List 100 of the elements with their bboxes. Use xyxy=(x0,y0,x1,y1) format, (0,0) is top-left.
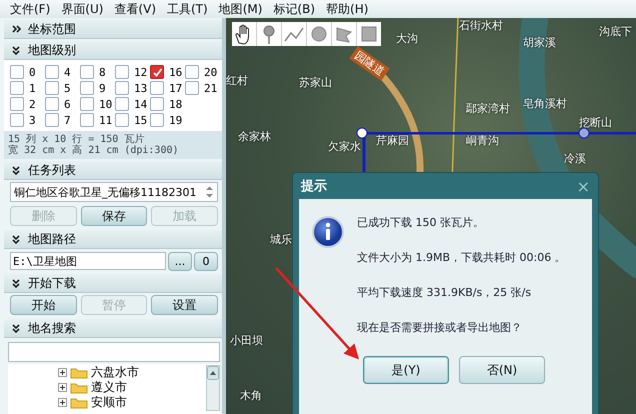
checkbox[interactable] xyxy=(115,97,129,111)
search-field[interactable] xyxy=(8,342,220,362)
level-label: 16 xyxy=(169,66,182,78)
checkbox[interactable] xyxy=(10,113,24,127)
menu-item[interactable]: 界面(U) xyxy=(61,0,104,18)
tree-item[interactable]: 遵义市 xyxy=(91,379,127,396)
checkbox[interactable] xyxy=(10,97,24,111)
place-label: 皂角溪村 xyxy=(523,96,567,111)
folder-icon xyxy=(70,381,88,394)
place-label: 冷溪 xyxy=(564,151,586,166)
section-header[interactable]: 地图路径 xyxy=(4,230,222,249)
menu-item[interactable]: 工具(T) xyxy=(167,0,208,18)
checkbox[interactable] xyxy=(150,97,164,111)
level-label: 13 xyxy=(134,82,148,94)
checkbox[interactable] xyxy=(80,97,94,111)
path-field[interactable]: E:\卫星地图 xyxy=(10,252,166,270)
level-label: 9 xyxy=(99,82,106,94)
place-label: 苏家山 xyxy=(299,75,332,90)
level-label: 15 xyxy=(134,114,148,126)
section-header[interactable]: 地名搜索 xyxy=(4,319,222,338)
checkbox[interactable] xyxy=(80,81,94,95)
route-point xyxy=(356,127,368,139)
place-label: 大沟 xyxy=(396,31,418,46)
panel-button[interactable]: 开始 xyxy=(10,295,77,315)
place-label: 鄢家湾村 xyxy=(466,101,510,116)
checkbox[interactable] xyxy=(10,65,24,79)
level-label: 10 xyxy=(99,98,112,110)
info-icon xyxy=(311,215,345,249)
checkbox[interactable] xyxy=(115,113,129,127)
dialog-button[interactable]: 否(N) xyxy=(459,356,545,384)
scrollbar[interactable] xyxy=(206,365,220,411)
level-label: 4 xyxy=(64,66,71,78)
level-label: 21 xyxy=(204,82,218,94)
expand-icon[interactable] xyxy=(58,368,67,377)
panel-button[interactable]: 设置 xyxy=(151,295,218,315)
checkbox[interactable] xyxy=(185,81,199,95)
checkbox[interactable] xyxy=(10,81,24,95)
checkbox[interactable] xyxy=(150,113,164,127)
level-label: 11 xyxy=(99,114,112,126)
menu-item[interactable]: 文件(F) xyxy=(10,0,50,18)
section-header[interactable]: 开始下载 xyxy=(4,274,222,293)
checkbox[interactable] xyxy=(45,81,59,95)
level-label: 7 xyxy=(64,114,71,126)
place-label: 红村 xyxy=(226,73,248,88)
tile-info-text: 15 列 x 10 行 = 150 瓦片 xyxy=(8,134,146,145)
dialog-button[interactable]: 是(Y) xyxy=(363,356,449,384)
place-label: 胡家溪 xyxy=(523,35,556,50)
menu-item[interactable]: 地图(M) xyxy=(218,0,262,18)
level-label: 2 xyxy=(29,98,36,110)
checkbox[interactable] xyxy=(115,65,129,79)
level-label: 18 xyxy=(169,98,182,110)
checkbox[interactable] xyxy=(45,113,59,127)
tree-item[interactable]: 六盘水市 xyxy=(91,364,139,381)
place-label: 木角 xyxy=(240,388,262,403)
place-label: 沟底下 xyxy=(599,24,632,39)
level-label: 3 xyxy=(29,114,36,126)
road-label: 园隧道 xyxy=(349,46,390,81)
tree-item[interactable]: 安顺市 xyxy=(91,394,127,411)
folder-icon xyxy=(70,396,88,409)
expand-icon[interactable] xyxy=(58,383,67,392)
spinner-icon[interactable] xyxy=(205,185,214,199)
place-label: 城乐 xyxy=(270,232,292,247)
place-label: 欠家水 xyxy=(328,139,361,154)
route-point xyxy=(578,127,590,139)
checkbox[interactable] xyxy=(45,65,59,79)
level-label: 19 xyxy=(169,114,182,126)
message-text: 现在是否需要拼接或者导出地图？ xyxy=(357,320,523,336)
open-button[interactable]: 0 xyxy=(194,252,218,271)
menu-item[interactable]: 查看(V) xyxy=(114,0,156,18)
place-label: 挖断山 xyxy=(579,115,612,130)
message-text: 文件大小为 1.9MB，下载共耗时 00:06 。 xyxy=(357,250,566,266)
chevron-right-icon xyxy=(11,24,22,34)
checkbox[interactable] xyxy=(45,97,59,111)
level-label: 0 xyxy=(29,66,36,78)
menu-item[interactable]: 帮助(H) xyxy=(326,0,368,18)
section-header[interactable]: 任务列表 xyxy=(4,161,222,180)
place-label: 余家林 xyxy=(238,129,271,144)
task-select[interactable]: 铜仁地区谷歌卫星_无偏移11182301 xyxy=(10,182,218,202)
checkbox[interactable] xyxy=(185,65,199,79)
level-label: 17 xyxy=(169,82,182,94)
checkbox[interactable] xyxy=(80,113,94,127)
chevron-down-icon xyxy=(11,234,22,244)
panel-button[interactable]: 保存 xyxy=(80,206,148,226)
tile-info-text: 宽 32 cm x 高 21 cm (dpi:300) xyxy=(8,145,180,156)
place-label: 芹麻园 xyxy=(376,133,409,148)
checkbox[interactable] xyxy=(150,81,164,95)
checkbox[interactable] xyxy=(150,65,164,79)
checkbox[interactable] xyxy=(80,65,94,79)
message-text: 已成功下载 150 张瓦片。 xyxy=(357,215,485,231)
section-header[interactable]: 地图级别 xyxy=(4,41,222,60)
browse-button[interactable]: ... xyxy=(168,252,192,271)
level-label: 5 xyxy=(64,82,71,94)
expand-icon[interactable] xyxy=(58,398,67,407)
checkbox[interactable] xyxy=(115,81,129,95)
level-label: 6 xyxy=(64,98,71,110)
place-label: 峒青沟 xyxy=(466,133,499,148)
chevron-down-icon xyxy=(11,278,22,288)
section-header[interactable]: 坐标范围 xyxy=(4,20,222,39)
menu-item[interactable]: 标记(B) xyxy=(273,0,316,18)
dialog-title: 提示 xyxy=(300,178,327,195)
